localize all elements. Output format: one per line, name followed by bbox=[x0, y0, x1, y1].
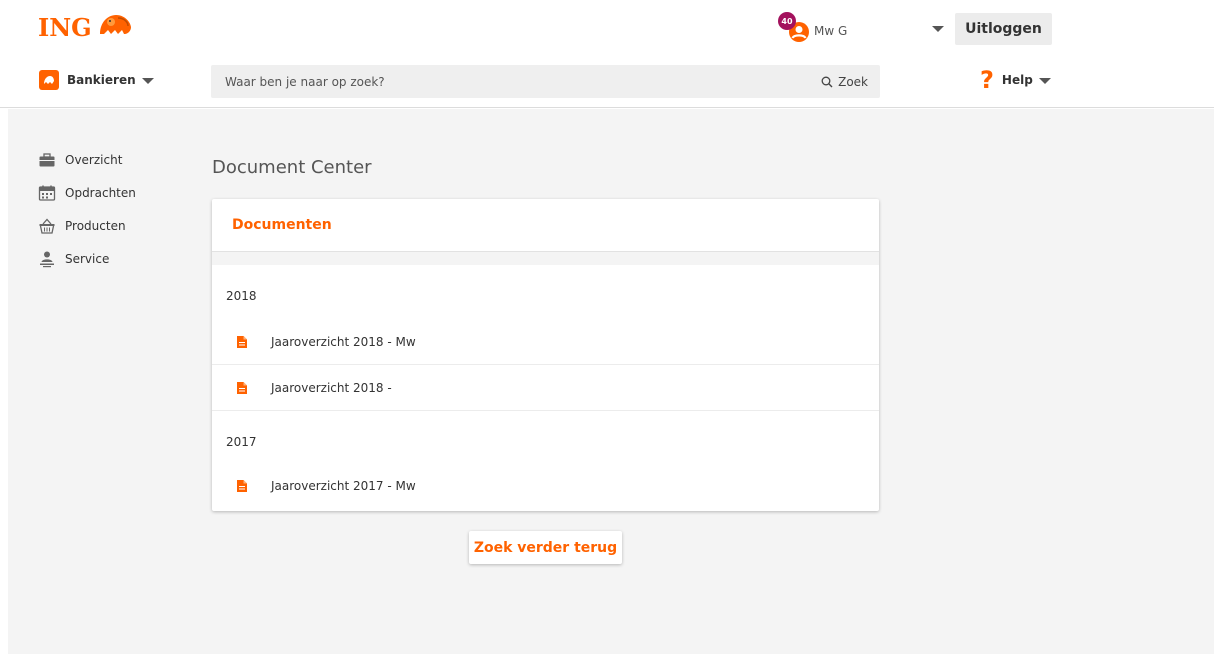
document-row[interactable]: Jaaroverzicht 2017 - Mw bbox=[212, 463, 879, 509]
search-further-back-button[interactable]: Zoek verder terug bbox=[469, 531, 622, 564]
document-label: Jaaroverzicht 2018 - bbox=[271, 380, 392, 395]
bankieren-menu[interactable]: Bankieren bbox=[39, 70, 154, 90]
person-icon bbox=[40, 251, 54, 267]
question-mark-icon: ? bbox=[980, 66, 994, 94]
card-header: Documenten bbox=[212, 199, 879, 252]
search-button-label: Zoek bbox=[838, 74, 868, 89]
sidebar-item-label: Opdrachten bbox=[65, 185, 136, 200]
user-name: Mw G bbox=[814, 24, 848, 38]
sidebar-item-label: Overzicht bbox=[65, 152, 123, 167]
user-menu-chevron-down-icon[interactable] bbox=[932, 26, 944, 32]
top-header: ING 40 Mw G Uitloggen Bankieren Waar ben… bbox=[0, 0, 1214, 108]
chevron-down-icon bbox=[141, 78, 154, 84]
ing-lion-small-icon bbox=[39, 70, 59, 90]
calendar-icon bbox=[38, 185, 56, 201]
document-icon bbox=[237, 480, 247, 492]
document-icon bbox=[237, 335, 247, 348]
lion-icon bbox=[96, 12, 134, 42]
sidebar-item-label: Service bbox=[65, 251, 110, 266]
basket-icon bbox=[39, 218, 55, 234]
search-icon bbox=[821, 76, 833, 87]
help-label: Help bbox=[1001, 73, 1033, 87]
year-heading-2017: 2017 bbox=[226, 435, 257, 449]
briefcase-icon bbox=[39, 152, 55, 166]
documents-card: Documenten 2018 Jaaroverzicht 2018 - Mw … bbox=[212, 199, 879, 511]
document-icon bbox=[237, 381, 247, 394]
user-profile[interactable]: 40 Mw G bbox=[778, 10, 847, 46]
search-bar: Zoek bbox=[211, 65, 880, 98]
chevron-down-icon bbox=[1038, 78, 1051, 84]
logout-button[interactable]: Uitloggen bbox=[955, 13, 1052, 45]
document-row[interactable]: Jaaroverzicht 2018 - bbox=[212, 365, 879, 411]
avatar-wrap: 40 bbox=[778, 12, 812, 44]
help-menu[interactable]: ? Help bbox=[980, 68, 1051, 92]
logo-text: ING bbox=[38, 12, 92, 42]
main-content: Overzicht Opdrachten Producten Service D… bbox=[8, 109, 1214, 654]
document-label: Jaaroverzicht 2017 - Mw bbox=[271, 479, 416, 493]
search-input[interactable] bbox=[211, 65, 822, 98]
sidebar-item-producten[interactable]: Producten bbox=[38, 209, 136, 242]
document-row[interactable]: Jaaroverzicht 2018 - Mw bbox=[212, 319, 879, 365]
sidebar-item-label: Producten bbox=[65, 218, 126, 233]
search-button[interactable]: Zoek bbox=[821, 75, 880, 89]
bankieren-label: Bankieren bbox=[67, 73, 136, 87]
side-navigation: Overzicht Opdrachten Producten Service bbox=[38, 143, 136, 275]
documents-title: Documenten bbox=[232, 217, 332, 233]
ing-logo[interactable]: ING bbox=[38, 12, 134, 42]
year-heading-2018: 2018 bbox=[226, 289, 257, 303]
page-title: Document Center bbox=[212, 157, 372, 178]
notification-badge: 40 bbox=[778, 12, 796, 30]
document-label: Jaaroverzicht 2018 - Mw bbox=[271, 334, 416, 349]
card-divider bbox=[212, 252, 879, 265]
sidebar-item-opdrachten[interactable]: Opdrachten bbox=[38, 176, 136, 209]
sidebar-item-service[interactable]: Service bbox=[38, 242, 136, 275]
sidebar-item-overzicht[interactable]: Overzicht bbox=[38, 143, 136, 176]
